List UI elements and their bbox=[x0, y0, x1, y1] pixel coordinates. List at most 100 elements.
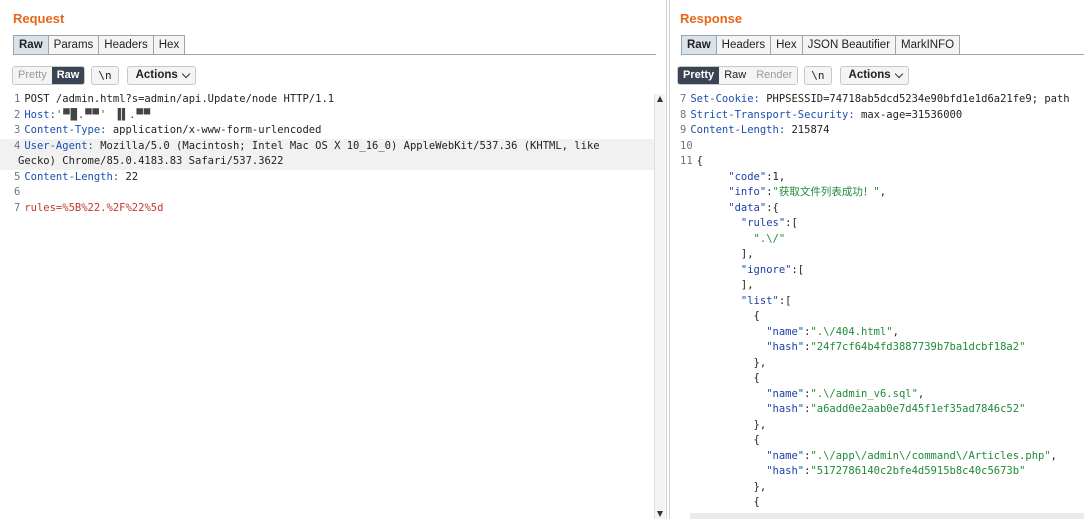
response-newline-button[interactable]: \n bbox=[804, 65, 832, 85]
request-raw-button[interactable]: Raw bbox=[51, 66, 85, 84]
response-horizontal-scrollbar[interactable] bbox=[690, 513, 1084, 519]
request-tab-raw[interactable]: Raw bbox=[13, 35, 49, 55]
line-number: 6 bbox=[14, 186, 21, 198]
line-number: 3 bbox=[14, 124, 21, 136]
response-tab-headers[interactable]: Headers bbox=[716, 35, 772, 55]
header-value: 215874 bbox=[785, 124, 830, 136]
request-view-toggle: Pretty Raw bbox=[12, 65, 86, 85]
header-key: Content-Length: bbox=[24, 170, 120, 183]
header-key: Strict-Transport-Security: bbox=[690, 108, 855, 121]
response-tab-hex[interactable]: Hex bbox=[771, 35, 803, 55]
json-punct: ], bbox=[740, 279, 754, 291]
line-number bbox=[680, 341, 699, 353]
json-punct: { bbox=[753, 496, 760, 508]
response-actions-label: Actions bbox=[848, 68, 891, 81]
response-editor[interactable]: 7 Set-Cookie: PHPSESSID=74718ab5dcd5234e9… bbox=[670, 92, 1084, 519]
scroll-down-arrow-icon[interactable] bbox=[657, 511, 663, 517]
request-tab-hex[interactable]: Hex bbox=[153, 35, 186, 55]
header-value: Mozilla/5.0 (Macintosh; Intel Mac OS X 1… bbox=[93, 139, 600, 152]
json-key: "list" bbox=[740, 294, 779, 307]
code-line: "hash":"a6add0e2aab0e7d45f1ef35ad7846c52… bbox=[670, 402, 1084, 418]
json-key: "info" bbox=[728, 186, 767, 198]
line-number bbox=[680, 450, 699, 462]
header-key: Host: bbox=[24, 108, 56, 121]
code-line: "name":".\/admin_v6.sql", bbox=[670, 387, 1084, 403]
header-key: Set-Cookie: bbox=[690, 93, 760, 105]
request-pretty-button[interactable]: Pretty bbox=[13, 66, 52, 84]
request-toolbar: Pretty Raw \n Actions bbox=[12, 65, 196, 85]
response-pretty-button[interactable]: Pretty bbox=[678, 66, 720, 84]
code-line: ".\/" bbox=[670, 232, 1084, 248]
header-value: '▀█.▀▀' ▐▌.▀▀ bbox=[55, 108, 152, 121]
request-tab-headers[interactable]: Headers bbox=[99, 35, 154, 55]
response-tab-raw[interactable]: Raw bbox=[681, 35, 717, 55]
response-actions-button[interactable]: Actions bbox=[839, 65, 909, 85]
header-value: PHPSESSID=74718ab5dcd5234e90bfd1e1d6a21f… bbox=[759, 93, 1070, 105]
request-newline-button[interactable]: \n bbox=[91, 65, 119, 85]
json-string: ".\/admin_v6.sql" bbox=[810, 387, 918, 400]
code-line: 8 Strict-Transport-Security: max-age=3153… bbox=[670, 108, 1084, 124]
code-line: { bbox=[670, 433, 1084, 449]
code-line: 1 POST /admin.html?s=admin/api.Update/nod… bbox=[0, 92, 654, 108]
code-line: ], bbox=[670, 278, 1084, 294]
code-line: 2 Host:'▀█.▀▀' ▐▌.▀▀ bbox=[0, 108, 654, 124]
line-number: 8 bbox=[680, 108, 687, 121]
request-tab-params[interactable]: Params bbox=[48, 35, 100, 55]
request-actions-button[interactable]: Actions bbox=[126, 65, 196, 85]
request-editor[interactable]: 1 POST /admin.html?s=admin/api.Update/nod… bbox=[0, 92, 654, 519]
json-string: ".\/404.html" bbox=[810, 325, 893, 338]
line-number: 7 bbox=[14, 201, 21, 214]
scroll-up-arrow-icon[interactable] bbox=[657, 96, 663, 102]
code-line: Gecko) Chrome/85.0.4183.83 Safari/537.36… bbox=[0, 154, 654, 170]
json-string: ".\/app\/admin\/command\/Articles.php" bbox=[810, 449, 1051, 462]
code-line: }, bbox=[670, 356, 1084, 372]
line-number: 4 bbox=[14, 139, 21, 152]
line-number bbox=[680, 202, 699, 214]
request-vertical-scrollbar[interactable] bbox=[654, 94, 665, 519]
line-number: 1 bbox=[14, 93, 21, 105]
line-number bbox=[680, 403, 699, 415]
json-punct: :[ bbox=[785, 217, 798, 229]
response-render-button[interactable]: Render bbox=[751, 66, 798, 84]
line-number bbox=[680, 434, 699, 446]
json-punct: }, bbox=[753, 356, 767, 369]
response-toolbar: Pretty Raw Render \n Actions bbox=[677, 65, 909, 85]
line-number bbox=[680, 496, 699, 508]
code-line: 4 User-Agent: Mozilla/5.0 (Macintosh; Int… bbox=[0, 138, 654, 154]
response-title: Response bbox=[680, 11, 743, 26]
line-number: 9 bbox=[680, 124, 687, 136]
line-number: 11 bbox=[680, 155, 693, 167]
code-line: "list":[ bbox=[670, 294, 1084, 310]
response-tab-markinfo[interactable]: MarkINFO bbox=[896, 35, 961, 55]
line-number bbox=[680, 264, 699, 276]
line-text: POST /admin.html?s=admin/api.Update/node… bbox=[24, 93, 335, 105]
json-punct: :[ bbox=[791, 263, 805, 276]
code-line: "ignore":[ bbox=[670, 263, 1084, 279]
response-tab-json-beautifier[interactable]: JSON Beautifier bbox=[802, 35, 897, 55]
line-number bbox=[680, 310, 699, 322]
line-number bbox=[680, 171, 699, 183]
code-line: 6 bbox=[0, 185, 654, 201]
line-number: 7 bbox=[680, 93, 687, 105]
json-string: ".\/" bbox=[753, 232, 786, 245]
code-line: "info":"获取文件列表成功！", bbox=[670, 185, 1084, 201]
code-line: 9 Content-Length: 215874 bbox=[670, 123, 1084, 139]
line-number bbox=[680, 248, 699, 260]
json-key: "code" bbox=[728, 170, 767, 183]
json-key: "name" bbox=[766, 387, 805, 400]
code-line: 7 rules=%5B%22.%2F%22%5d bbox=[0, 201, 654, 217]
json-string: "5172786140c2bfe4d5915b8c40c5673b" bbox=[810, 465, 1026, 477]
response-raw-button[interactable]: Raw bbox=[719, 66, 752, 84]
